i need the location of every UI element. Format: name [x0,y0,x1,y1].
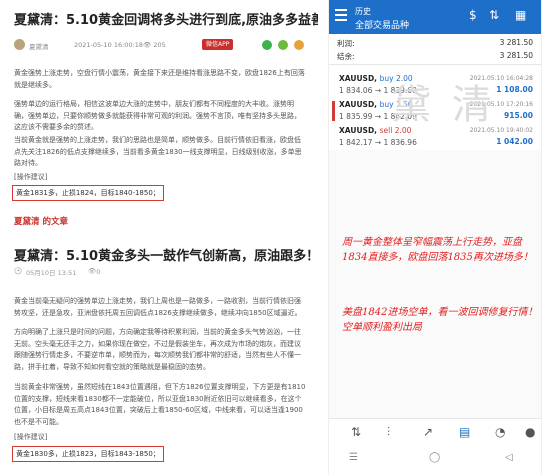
profit-row: 利润: 3 281.50 [337,38,533,49]
currency-filter-icon[interactable]: $ [469,8,477,22]
annotation-note: 周一黄金整体呈窄幅震荡上行走势，亚盘1834直接多，欧盘回落1835再次进场多！ [342,237,533,263]
clock-icon: 🕒 [14,267,23,275]
profit-label: 利润: [337,39,355,48]
article1-author[interactable]: 夏黛清 [29,41,49,51]
app-bar: 历史 全部交易品种 $ ⇅ ▦ [329,0,541,34]
watermark: 黛 清 [391,82,496,128]
settings-tab-icon[interactable]: ● [525,425,535,439]
wechat-share-icon[interactable] [262,40,272,50]
article2-paragraph: 方向明确了上涨只是时间的问题，方向确定我等待积累利润，当前的黄金多头气势汹汹，一… [14,328,301,371]
nav-home-icon[interactable]: ◯ [429,452,440,463]
balance-label: 结余: [337,52,355,61]
order-symbol-name: XAUUSD, [339,126,378,135]
balance-value: 3 281.50 [499,51,533,60]
article2-views-count: 0 [96,268,101,276]
article1-advice: 黄金1831多，止损1824，目标1840-1850； [12,185,164,201]
article1-paragraph: 当前黄金就是强势的上涨走势，我们的思路也是简单，顺势做多。目前行情依旧看涨，欧盘… [14,136,302,167]
empty-area [329,150,541,418]
article2-paragraph: 当前黄金非常强势，虽然短线在1843位置遇阻，但下方1826位置支撑明显，下方更… [14,383,306,426]
article2-title[interactable]: 夏黛清：5.10黄金多头一鼓作气创新高，原油跟多！ [14,245,318,264]
messages-tab-icon[interactable]: ◔ [495,425,505,439]
article2-ops-label: [操作建议] [14,433,48,441]
order-prices: 1 842.17 → 1 836.96 [339,138,417,147]
section-heading[interactable]: 夏黛清 的文章 [14,215,68,227]
article1-date: 2021-05-10 16:00:18 [74,41,144,49]
order-profit: 1 108.00 [496,85,533,94]
article2-advice: 黄金1830多，止损1823，目标1843-1850； [12,446,164,462]
order-profit: 915.00 [504,111,533,120]
order-symbol-name: XAUUSD, [339,74,378,83]
quotes-tab-icon[interactable]: ⇅ [351,425,361,439]
nav-back-icon[interactable]: ◁ [505,452,513,463]
article1-title[interactable]: 夏黛清：5.10黄金回调将多头进行到底,原油多多益善! [14,12,318,30]
trading-panel: 历史 全部交易品种 $ ⇅ ▦ 利润: 3 281.50 结余: 3 281.5… [318,0,550,475]
account-summary: 利润: 3 281.50 结余: 3 281.50 [329,34,541,65]
nav-menu-icon[interactable]: ☰ [349,452,358,463]
system-nav-bar: ☰ ◯ ◁ [329,446,541,475]
article-panel: 夏黛清：5.10黄金回调将多头进行到底,原油多多益善! 夏黛清 2021-05-… [0,0,318,475]
highlight-marker [332,101,335,121]
trade-tab-icon[interactable]: ↗ [423,425,433,439]
app-download-button[interactable]: 微信APP [202,39,234,50]
menu-icon[interactable] [335,9,347,23]
article2-views: 👁 0 [88,267,101,276]
author-avatar[interactable] [14,39,25,50]
article1-paragraph: 强势单边的运行格局，相信这波单边大涨的走势中，朋友们都有不同程度的大丰收。涨势明… [14,100,301,131]
app-title-small: 历史 [355,7,371,16]
balance-row: 结余: 3 281.50 [337,51,533,62]
article1-ops-label: [操作建议] [14,173,48,181]
article2-date: 05月10日 13:51 [26,269,77,277]
weibo-share-icon[interactable] [294,40,304,50]
calendar-icon[interactable]: ▦ [515,8,526,22]
article1-views: 👁 205 [143,41,166,49]
article2-meta: 🕒 05月10日 13:51 👁 0 [14,266,314,277]
app-title-main[interactable]: 全部交易品种 [355,18,409,31]
order-profit: 1 042.00 [496,137,533,146]
chart-tab-icon[interactable]: ⫶ [387,425,390,440]
moments-share-icon[interactable] [278,40,288,50]
article2-paragraph: 黄金当前毫无疑问的强势单边上涨走势，我们上周也是一路做多，一路收割，当前行情依旧… [14,297,302,317]
order-symbol-name: XAUUSD, [339,100,378,109]
annotation-note: 美盘1842进场空单，看一波回调修复行情！空单顺利盈利出局 [342,307,538,333]
sort-icon[interactable]: ⇅ [489,8,499,22]
profit-value: 3 281.50 [499,38,533,47]
article1-paragraph: 黄金强势上涨走势，空盘行情小震荡，黄金接下来还是维持看涨思路不变，欧盘1826上… [14,69,305,89]
article1-views-count: 205 [153,41,166,49]
article1-meta: 夏黛清 2021-05-10 16:00:18 👁 205 微信APP [14,39,314,51]
history-tab-icon[interactable]: ▤ [459,425,470,439]
bottom-tab-bar: ⇅ ⫶ ↗ ▤ ◔ ● [329,418,541,447]
